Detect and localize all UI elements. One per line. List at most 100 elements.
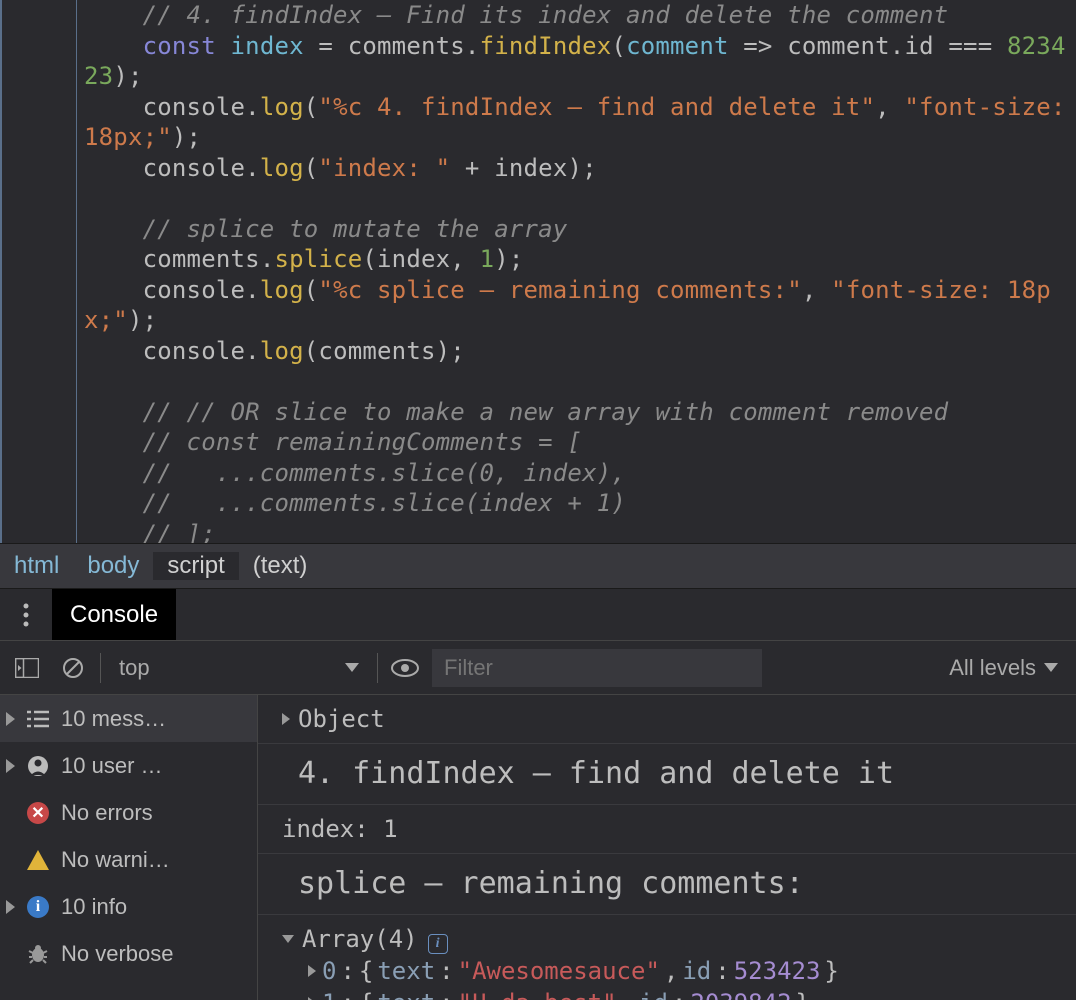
console-toolbar: top All levels: [0, 641, 1076, 695]
code-punc: .: [245, 93, 260, 121]
code-ident: index: [231, 32, 304, 60]
code-ident: console: [143, 337, 246, 365]
code-punc: (: [611, 32, 626, 60]
code-keyword: const: [143, 32, 216, 60]
code-punc: .: [245, 154, 260, 182]
sidebar-item-label: 10 mess…: [61, 706, 257, 732]
code-ident: console: [143, 154, 246, 182]
info-icon: i: [25, 894, 51, 920]
item-text: Awesomesauce: [472, 957, 645, 985]
code-ident: comment: [787, 32, 890, 60]
code-string: "%c 4. findIndex – find and delete it": [318, 93, 875, 121]
source-panel: // 4. findIndex – Find its index and del…: [0, 0, 1076, 543]
code-punc: .: [260, 245, 275, 273]
code-punc: (: [304, 276, 319, 304]
code-ident: index: [494, 154, 567, 182]
expand-icon: [6, 759, 15, 773]
user-icon: [25, 753, 51, 779]
sidebar-item-verbose[interactable]: No verbose: [0, 930, 257, 977]
sidebar-item-errors[interactable]: ✕ No errors: [0, 789, 257, 836]
breadcrumb-html[interactable]: html: [0, 552, 73, 580]
expand-icon: [6, 900, 15, 914]
more-tools-icon[interactable]: [0, 589, 52, 640]
code-punc: );: [172, 123, 201, 151]
clear-console-icon[interactable]: [54, 649, 92, 687]
expand-icon[interactable]: [282, 713, 290, 725]
sidebar-item-label: No verbose: [61, 941, 257, 967]
code-comment: // const remainingComments = [: [143, 428, 582, 456]
code-prop: id: [904, 32, 933, 60]
tab-console[interactable]: Console: [52, 589, 176, 640]
chevron-down-icon: [345, 663, 359, 672]
item-id: 523423: [734, 955, 821, 987]
array-children: 0: {text: "Awesomesauce", id: 523423} 1:…: [282, 955, 1070, 1000]
code-ident: console: [143, 93, 246, 121]
filter-input[interactable]: [432, 649, 762, 687]
code-comment: // ...comments.slice(0, index),: [143, 459, 626, 487]
breadcrumb-script[interactable]: script: [153, 552, 238, 580]
log-levels-select[interactable]: All levels: [949, 655, 1068, 681]
console-message-headline[interactable]: 4. findIndex – find and delete it: [258, 744, 1076, 805]
console-body: 10 mess… 10 user … ✕ No errors No warni……: [0, 695, 1076, 1000]
console-message-index[interactable]: index: 1: [258, 805, 1076, 854]
sidebar-item-label: 10 info: [61, 894, 257, 920]
breadcrumb-text[interactable]: (text): [239, 552, 322, 580]
array-label: Array(4): [302, 923, 418, 955]
code-punc: .: [245, 337, 260, 365]
message-text: index: 1: [282, 813, 1070, 845]
console-message-object[interactable]: Object: [258, 695, 1076, 744]
code-punc: ,: [450, 245, 479, 273]
collapse-icon[interactable]: [282, 935, 294, 943]
bug-icon: [25, 941, 51, 967]
code-punc: .: [890, 32, 905, 60]
code-method: log: [260, 154, 304, 182]
live-expression-icon[interactable]: [386, 649, 424, 687]
info-badge-icon[interactable]: i: [428, 934, 448, 954]
sidebar-item-warnings[interactable]: No warni…: [0, 836, 257, 883]
code-punc: (: [304, 154, 319, 182]
levels-label: All levels: [949, 655, 1036, 681]
code-ident: console: [143, 276, 246, 304]
source-code[interactable]: // 4. findIndex – Find its index and del…: [2, 0, 1076, 543]
dom-breadcrumb: html body script (text): [0, 543, 1076, 589]
code-punc: ,: [802, 276, 831, 304]
item-text: U da best: [472, 989, 602, 1000]
console-sidebar: 10 mess… 10 user … ✕ No errors No warni……: [0, 695, 258, 1000]
source-gutter: [2, 0, 77, 543]
sidebar-item-user[interactable]: 10 user …: [0, 742, 257, 789]
expand-icon[interactable]: [308, 965, 316, 977]
console-message-headline[interactable]: splice – remaining comments:: [258, 854, 1076, 915]
expand-icon: [6, 712, 15, 726]
toolbar-separator: [377, 653, 378, 683]
breadcrumb-body[interactable]: body: [73, 552, 153, 580]
code-method: log: [260, 276, 304, 304]
code-punc: (: [304, 93, 319, 121]
array-index: 1: [322, 987, 336, 1000]
context-select[interactable]: top: [109, 649, 369, 687]
array-item[interactable]: 1: {text: "U da best", id: 2039842}: [308, 987, 1070, 1000]
code-comment: // ...comments.slice(index + 1): [143, 489, 626, 517]
drawer-tabbar: Console: [0, 589, 1076, 641]
code-ident: index: [377, 245, 450, 273]
code-comment: // 4. findIndex – Find its index and del…: [143, 1, 949, 29]
chevron-down-icon: [1044, 663, 1058, 672]
code-string: "%c splice – remaining comments:": [318, 276, 801, 304]
toolbar-separator: [100, 653, 101, 683]
code-punc: .: [245, 276, 260, 304]
code-method: log: [260, 93, 304, 121]
array-item[interactable]: 0: {text: "Awesomesauce", id: 523423}: [308, 955, 1070, 987]
console-message-array[interactable]: Array(4) i 0: {text: "Awesomesauce", id:…: [258, 915, 1076, 1000]
sidebar-item-messages[interactable]: 10 mess…: [0, 695, 257, 742]
warning-icon: [25, 847, 51, 873]
toggle-sidebar-icon[interactable]: [8, 649, 46, 687]
code-comment: // // OR slice to make a new array with …: [143, 398, 949, 426]
sidebar-item-info[interactable]: i 10 info: [0, 883, 257, 930]
item-id: 2039842: [690, 987, 791, 1000]
error-icon: ✕: [25, 800, 51, 826]
code-param: comment: [626, 32, 729, 60]
code-arrow: =>: [729, 32, 788, 60]
code-punc: ,: [875, 93, 904, 121]
code-punc: (: [362, 245, 377, 273]
code-punc: .: [465, 32, 480, 60]
sidebar-item-label: No warni…: [61, 847, 257, 873]
